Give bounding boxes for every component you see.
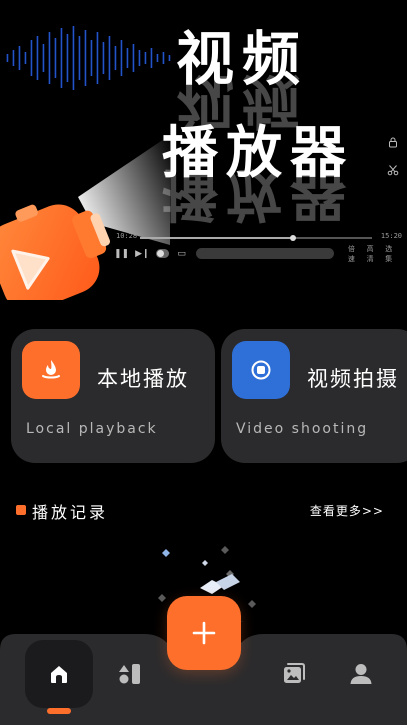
danmu-icon[interactable]: ▭ bbox=[177, 249, 186, 259]
danmu-input[interactable] bbox=[195, 248, 334, 259]
hero-side-icons bbox=[386, 136, 400, 178]
nav-stats[interactable] bbox=[96, 640, 164, 708]
sound-wave-graphic bbox=[6, 26, 171, 90]
next-icon[interactable]: ▶❙ bbox=[135, 249, 149, 259]
history-title: 播放记录 bbox=[32, 503, 109, 522]
video-player-mockup: 10:28 15:20 ❚❚ ▶❙ ▭ 倍速 高清 选集 bbox=[114, 232, 404, 263]
home-icon bbox=[51, 666, 67, 683]
local-playback-card[interactable]: 本地播放 Local playback bbox=[11, 329, 215, 463]
quality-label[interactable]: 高清 bbox=[367, 244, 378, 264]
gallery-icon bbox=[284, 663, 305, 683]
video-shooting-card[interactable]: 视频拍摄 Video shooting bbox=[221, 329, 407, 463]
speed-label[interactable]: 倍速 bbox=[348, 244, 359, 264]
nav-gallery[interactable] bbox=[260, 640, 328, 708]
nav-user[interactable] bbox=[327, 640, 395, 708]
player-seek-bar[interactable] bbox=[140, 235, 372, 241]
projector-illustration bbox=[0, 135, 170, 300]
player-seek-fill bbox=[140, 237, 294, 239]
stats-icon bbox=[119, 664, 140, 684]
player-time-current: 10:28 bbox=[116, 232, 138, 240]
active-indicator bbox=[47, 708, 71, 714]
history-marker bbox=[16, 505, 26, 515]
card-title: 本地播放 bbox=[97, 367, 189, 391]
player-seek-knob[interactable] bbox=[290, 235, 297, 241]
flame-icon bbox=[22, 341, 80, 399]
hero-banner: 视频 视频 播放器 播放器 10:28 15:20 ❚❚ ▶❙ ▭ 倍速 高清 … bbox=[0, 0, 407, 300]
record-icon bbox=[232, 341, 290, 399]
nav-home[interactable] bbox=[25, 640, 93, 714]
hero-title-line2-reflection: 播放器 bbox=[162, 161, 354, 227]
add-icon bbox=[192, 621, 216, 645]
player-controls: ❚❚ ▶❙ ▭ 倍速 高清 选集 bbox=[114, 245, 404, 263]
danmu-toggle[interactable] bbox=[155, 249, 170, 258]
user-icon bbox=[350, 664, 372, 684]
scissors-icon[interactable] bbox=[386, 164, 400, 178]
card-subtitle: Local playback bbox=[26, 421, 158, 437]
episodes-label[interactable]: 选集 bbox=[385, 244, 396, 264]
view-more-link[interactable]: 查看更多>> bbox=[310, 502, 384, 519]
history-header: 播放记录 查看更多>> bbox=[16, 498, 388, 522]
player-time-total: 15:20 bbox=[380, 232, 402, 240]
lock-icon[interactable] bbox=[386, 136, 400, 150]
pause-icon[interactable]: ❚❚ bbox=[114, 249, 129, 259]
add-button[interactable] bbox=[167, 596, 241, 670]
card-title: 视频拍摄 bbox=[307, 367, 399, 391]
card-subtitle: Video shooting bbox=[236, 421, 369, 437]
